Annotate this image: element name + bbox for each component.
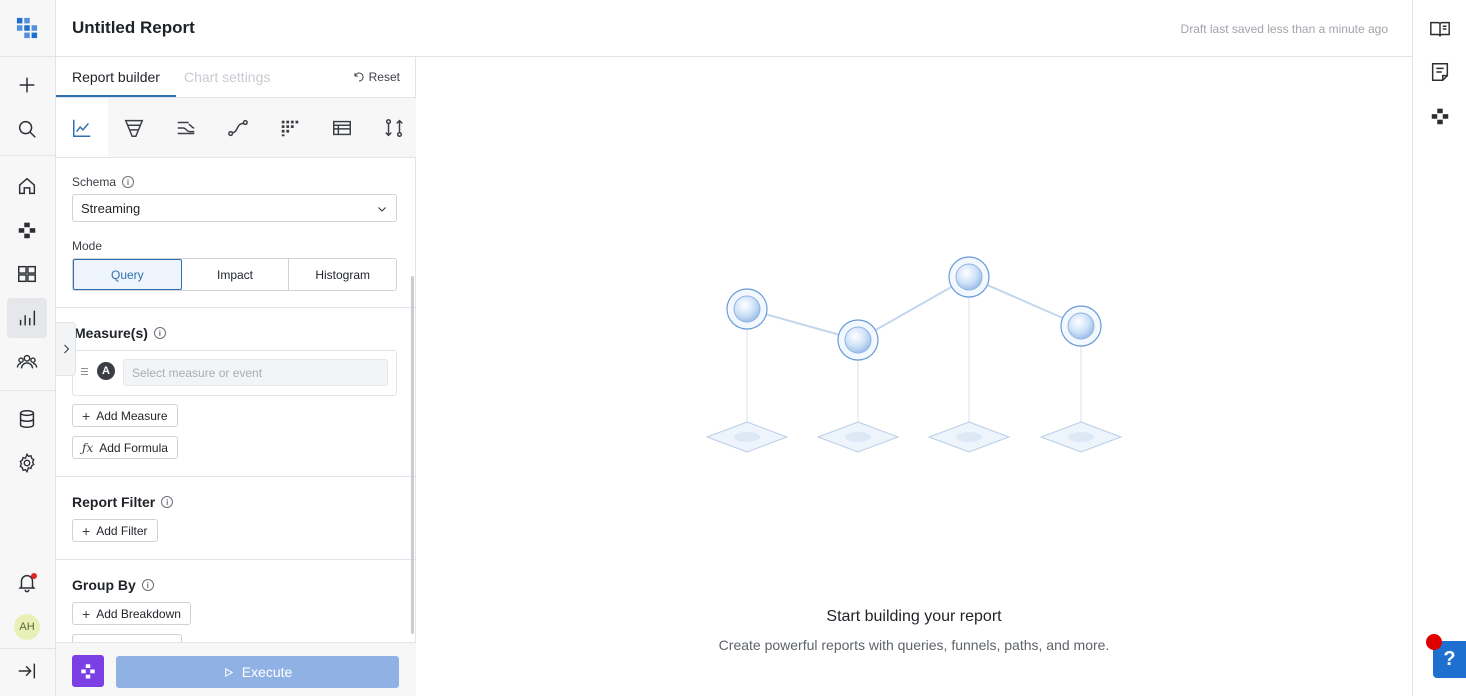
info-icon[interactable]: i	[161, 496, 174, 508]
tab-report-builder[interactable]: Report builder	[72, 69, 160, 85]
group-by-title: Group By i	[72, 577, 154, 593]
app-root: AH Untitled Report Draft last saved less…	[0, 0, 1466, 696]
page-title[interactable]: Untitled Report	[72, 18, 195, 38]
reset-label: Reset	[368, 70, 400, 84]
chevron-right-icon	[63, 344, 69, 354]
flow-icon[interactable]	[160, 98, 212, 157]
info-icon[interactable]: i	[122, 176, 135, 188]
empty-state-subtitle: Create powerful reports with queries, fu…	[718, 637, 1110, 653]
save-status: Draft last saved less than a minute ago	[1180, 22, 1388, 36]
avatar[interactable]: AH	[14, 614, 40, 640]
measure-badge: A	[97, 362, 115, 380]
play-icon	[224, 667, 233, 677]
path-icon[interactable]	[212, 98, 264, 157]
plus-icon: +	[82, 522, 91, 539]
gear-icon[interactable]	[7, 443, 47, 483]
cluster-icon[interactable]	[1427, 103, 1453, 129]
add-measure-button[interactable]: + Add Measure	[72, 404, 178, 427]
report-canvas: Start building your report Create powerf…	[416, 57, 1412, 696]
mode-impact-button[interactable]: Impact	[182, 259, 290, 290]
chevron-down-icon	[378, 207, 386, 212]
add-formula-button[interactable]: ƒx Add Formula	[72, 436, 178, 459]
report-filter-title-text: Report Filter	[72, 494, 156, 510]
measure-row: A Select measure or event	[72, 350, 397, 396]
database-icon[interactable]	[7, 399, 47, 439]
avatar-initials: AH	[19, 621, 35, 633]
add-filter-button[interactable]: + Add Filter	[72, 519, 158, 542]
left-nav-rail: AH	[0, 0, 56, 696]
add-breakdown-button[interactable]: + Add Breakdown	[72, 602, 191, 625]
home-icon[interactable]	[7, 166, 47, 206]
measure-select-input[interactable]: Select measure or event	[123, 359, 388, 386]
plus-icon[interactable]	[7, 65, 47, 105]
empty-state-title: Start building your report	[826, 608, 1002, 625]
question-icon: ?	[1443, 648, 1456, 670]
cluster-icon	[81, 664, 95, 679]
line-chart-icon[interactable]	[56, 98, 108, 157]
help-notification-dot	[1426, 634, 1442, 650]
add-filter-label: Add Filter	[96, 523, 148, 538]
dashboard-icon[interactable]	[7, 254, 47, 294]
users-icon[interactable]	[7, 342, 47, 382]
execute-label: Execute	[241, 664, 293, 680]
schema-label: Schema i	[72, 175, 135, 189]
plus-icon: +	[82, 407, 91, 424]
measures-title: Measure(s) i	[74, 325, 166, 341]
cluster-icon[interactable]	[7, 210, 47, 250]
bar-chart-icon[interactable]	[7, 298, 47, 338]
schema-label-text: Schema	[72, 175, 117, 189]
schema-select[interactable]: Streaming	[72, 194, 397, 222]
assistant-button[interactable]	[72, 655, 104, 687]
empty-state-illustration	[705, 256, 1123, 453]
search-icon[interactable]	[7, 109, 47, 149]
book-icon[interactable]	[1427, 16, 1453, 42]
funnel-icon[interactable]	[108, 98, 160, 157]
info-icon[interactable]: i	[153, 327, 166, 339]
collapse-rail-icon[interactable]	[7, 651, 47, 691]
info-icon[interactable]: i	[141, 579, 154, 591]
notes-icon[interactable]	[1427, 59, 1453, 85]
mode-query-button[interactable]: Query	[73, 259, 182, 290]
drag-handle-icon[interactable]	[81, 368, 88, 377]
mode-histogram-button[interactable]: Histogram	[289, 259, 396, 290]
add-breakdown-label: Add Breakdown	[96, 606, 181, 621]
add-measure-label: Add Measure	[96, 408, 168, 423]
formula-icon: ƒx	[82, 440, 94, 455]
bell-icon[interactable]	[7, 562, 47, 602]
table-icon[interactable]	[316, 98, 368, 157]
execute-button[interactable]: Execute	[116, 656, 399, 688]
report-filter-title: Report Filter i	[72, 494, 174, 510]
app-logo-icon[interactable]	[7, 8, 47, 48]
tab-chart-settings[interactable]: Chart settings	[184, 69, 270, 85]
notification-dot	[31, 573, 37, 579]
builder-scroll-area[interactable]: Schema i Streaming Mode Query Impact His…	[56, 158, 416, 642]
report-header: Untitled Report Draft last saved less th…	[56, 0, 1412, 57]
expand-panel-button[interactable]	[56, 322, 76, 376]
panel-scrollbar[interactable]	[411, 276, 414, 634]
right-rail	[1412, 0, 1466, 696]
add-segment-button[interactable]	[72, 634, 182, 642]
schema-value: Streaming	[81, 201, 141, 216]
add-formula-label: Add Formula	[99, 440, 168, 455]
active-tab-indicator	[56, 95, 176, 97]
reset-button[interactable]: Reset	[353, 70, 400, 84]
undo-icon	[354, 72, 364, 82]
chart-type-selector	[56, 98, 416, 158]
builder-tabs: Report builder Chart settings Reset	[56, 57, 416, 98]
plus-icon: +	[82, 605, 91, 622]
measures-title-text: Measure(s)	[74, 325, 148, 341]
builder-footer: Execute	[56, 642, 416, 696]
group-by-title-text: Group By	[72, 577, 136, 593]
report-builder-panel: Report builder Chart settings Reset Sche…	[56, 57, 416, 696]
grid-dots-icon[interactable]	[264, 98, 316, 157]
mode-label: Mode	[72, 239, 103, 253]
compare-icon[interactable]	[368, 98, 420, 157]
mode-segmented-control: Query Impact Histogram	[72, 258, 397, 291]
